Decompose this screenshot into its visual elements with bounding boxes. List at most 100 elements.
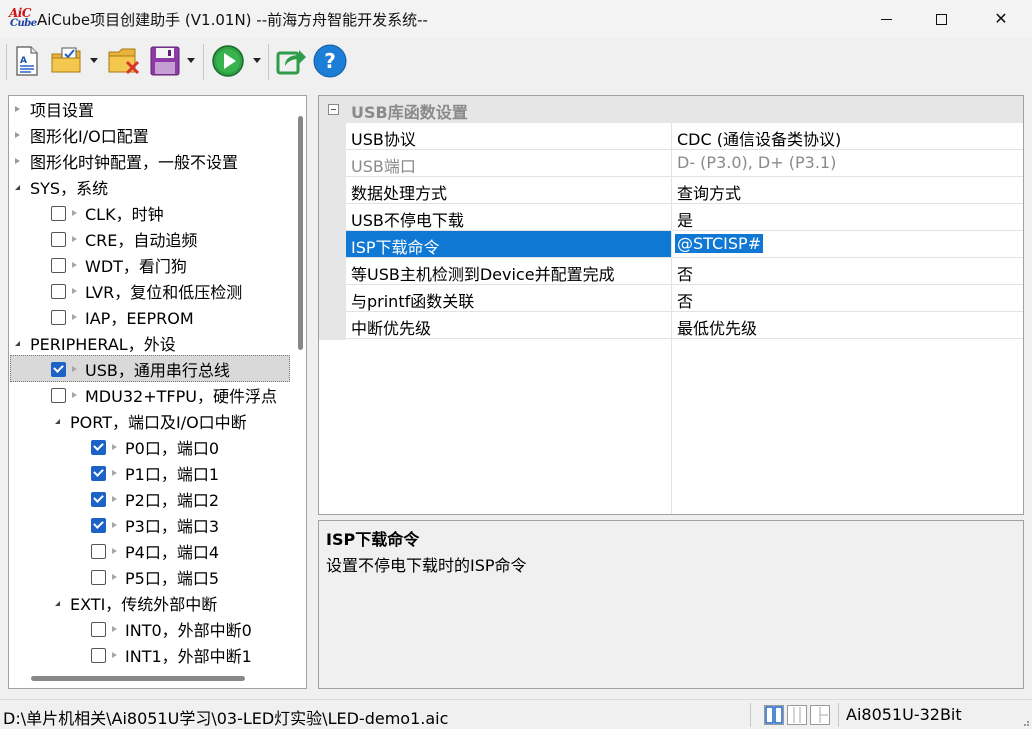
tree-checkbox[interactable] bbox=[91, 465, 106, 481]
tree-horizontal-scrollbar[interactable] bbox=[31, 676, 245, 681]
tree-item[interactable]: SYS，系统 bbox=[15, 174, 108, 200]
tree-item-label: 图形化时钟配置，一般不设置 bbox=[30, 153, 239, 172]
tree-item[interactable]: INT0，外部中断0 bbox=[91, 616, 252, 642]
minimize-button[interactable] bbox=[863, 0, 909, 38]
tree-checkbox[interactable] bbox=[91, 621, 106, 637]
property-grid[interactable]: USB库函数设置 USB协议 CDC (通信设备类协议) USB端口 D- (P3.0… bbox=[318, 95, 1024, 515]
property-value[interactable]: @STCISP# bbox=[675, 234, 764, 253]
property-value[interactable]: 否 bbox=[677, 261, 693, 285]
property-value[interactable]: 最低优先级 bbox=[677, 315, 757, 339]
tree-item[interactable]: 图形化I/O口配置 bbox=[15, 122, 149, 148]
collapse-icon[interactable] bbox=[328, 104, 339, 115]
maximize-icon bbox=[935, 13, 947, 25]
tree-expanded-icon[interactable] bbox=[55, 418, 60, 424]
layout-grid-button[interactable] bbox=[810, 705, 830, 725]
property-category-row[interactable]: USB库函数设置 bbox=[319, 96, 1023, 123]
tree-checkbox[interactable] bbox=[51, 309, 66, 325]
save-project-button[interactable] bbox=[148, 44, 182, 78]
tree-item[interactable]: IAP，EEPROM bbox=[51, 304, 194, 330]
tree-item[interactable]: WDT，看门狗 bbox=[51, 252, 187, 278]
component-tree[interactable]: 项目设置 图形化I/O口配置图形化时钟配置，一般不设置 SYS，系统 CLK，时钟 CR… bbox=[8, 95, 307, 689]
help-button[interactable]: ? bbox=[313, 44, 347, 78]
export-button[interactable] bbox=[274, 44, 308, 78]
tree-checkbox[interactable] bbox=[91, 439, 106, 455]
open-project-button[interactable] bbox=[50, 44, 86, 78]
run-button[interactable] bbox=[210, 44, 246, 78]
property-row[interactable]: ISP下载命令 @STCISP# bbox=[346, 231, 1023, 258]
toolbar-separator bbox=[203, 44, 204, 80]
tree-item[interactable]: P4口，端口4 bbox=[91, 538, 219, 564]
tree-vertical-scrollbar[interactable] bbox=[298, 116, 303, 350]
property-name: 数据处理方式 bbox=[351, 184, 448, 203]
tree-item[interactable]: P1口，端口1 bbox=[91, 460, 219, 486]
tree-item[interactable]: P5口，端口5 bbox=[91, 564, 219, 590]
property-row[interactable]: 与printf函数关联 否 bbox=[346, 285, 1023, 312]
property-value[interactable]: 查询方式 bbox=[677, 180, 741, 204]
tree-item[interactable]: USB，通用串行总线 bbox=[51, 356, 230, 382]
tree-item[interactable]: LVR，复位和低压检测 bbox=[51, 278, 242, 304]
tree-item-label: MDU32+TFPU，硬件浮点 bbox=[85, 387, 277, 406]
tree-item-label: INT0，外部中断0 bbox=[125, 621, 252, 640]
tree-item[interactable]: MDU32+TFPU，硬件浮点 bbox=[51, 382, 277, 408]
property-value[interactable]: 否 bbox=[677, 288, 693, 312]
tree-arrow-icon bbox=[112, 470, 117, 476]
tree-item[interactable]: PORT，端口及I/O口中断 bbox=[55, 408, 247, 434]
close-project-button[interactable] bbox=[107, 44, 143, 78]
maximize-button[interactable] bbox=[918, 0, 964, 38]
tree-item[interactable]: CRE，自动追频 bbox=[51, 226, 197, 252]
tree-item[interactable]: P3口，端口3 bbox=[91, 512, 219, 538]
tree-expanded-icon[interactable] bbox=[15, 340, 20, 346]
property-row[interactable]: 等USB主机检测到Device并配置完成 否 bbox=[346, 258, 1023, 285]
chip-model: Ai8051U-32Bit bbox=[846, 705, 962, 724]
tree-item[interactable]: EXTI，传统外部中断 bbox=[55, 590, 217, 616]
tree-item-label: P1口，端口1 bbox=[125, 465, 220, 484]
tree-checkbox[interactable] bbox=[91, 543, 106, 559]
tree-item[interactable]: INT1，外部中断1 bbox=[91, 642, 252, 668]
tree-item[interactable]: P0口，端口0 bbox=[91, 434, 219, 460]
open-dropdown-icon[interactable] bbox=[90, 58, 98, 63]
tree-checkbox[interactable] bbox=[51, 257, 66, 273]
tree-expanded-icon[interactable] bbox=[15, 184, 20, 190]
property-name: 中断优先级 bbox=[351, 319, 432, 338]
close-button[interactable]: ✕ bbox=[978, 0, 1024, 38]
tree-checkbox[interactable] bbox=[91, 569, 106, 585]
tree-arrow-icon bbox=[112, 522, 117, 528]
property-category-label: USB库函数设置 bbox=[351, 103, 468, 122]
tree-item-label: USB，通用串行总线 bbox=[85, 361, 230, 380]
property-value[interactable]: D- (P3.0), D+ (P3.1) bbox=[677, 153, 836, 172]
tree-item[interactable]: CLK，时钟 bbox=[51, 200, 164, 226]
tree-checkbox[interactable] bbox=[91, 647, 106, 663]
layout-left-panel-button[interactable] bbox=[764, 705, 784, 725]
tree-item[interactable]: PERIPHERAL，外设 bbox=[15, 330, 176, 356]
tree-arrow-icon bbox=[72, 392, 77, 398]
property-row[interactable]: USB不停电下载 是 bbox=[346, 204, 1023, 231]
tree-checkbox[interactable] bbox=[51, 231, 66, 247]
tree-checkbox[interactable] bbox=[51, 387, 66, 403]
tree-arrow-icon bbox=[72, 288, 77, 294]
tree-checkbox[interactable] bbox=[51, 205, 66, 221]
property-row[interactable]: USB协议 CDC (通信设备类协议) bbox=[346, 123, 1023, 150]
property-value[interactable]: 是 bbox=[677, 207, 693, 231]
tree-item[interactable]: 项目设置 bbox=[15, 96, 94, 122]
property-name: ISP下载命令 bbox=[351, 238, 440, 257]
tree-item-label: P0口，端口0 bbox=[125, 439, 220, 458]
property-value[interactable]: CDC (通信设备类协议) bbox=[677, 126, 841, 150]
tree-item-label: P4口，端口4 bbox=[125, 543, 220, 562]
tree-item[interactable]: P2口，端口2 bbox=[91, 486, 219, 512]
tree-checkbox[interactable] bbox=[51, 361, 66, 377]
new-project-button[interactable]: A bbox=[12, 44, 42, 78]
tree-expanded-icon[interactable] bbox=[55, 600, 60, 606]
tree-checkbox[interactable] bbox=[91, 517, 106, 533]
property-row[interactable]: 数据处理方式 查询方式 bbox=[346, 177, 1023, 204]
tree-item[interactable]: 图形化时钟配置，一般不设置 bbox=[15, 148, 238, 174]
run-dropdown-icon[interactable] bbox=[253, 58, 261, 63]
save-dropdown-icon[interactable] bbox=[187, 58, 195, 63]
tree-checkbox[interactable] bbox=[91, 491, 106, 507]
resize-grip-icon[interactable] bbox=[1020, 717, 1030, 727]
tree-checkbox[interactable] bbox=[51, 283, 66, 299]
property-name: USB端口 bbox=[351, 157, 416, 176]
description-text: 设置不停电下载时的ISP命令 bbox=[326, 556, 527, 575]
property-row[interactable]: 中断优先级 最低优先级 bbox=[346, 312, 1023, 339]
layout-columns-button[interactable] bbox=[787, 705, 807, 725]
property-row[interactable]: USB端口 D- (P3.0), D+ (P3.1) bbox=[346, 150, 1023, 177]
